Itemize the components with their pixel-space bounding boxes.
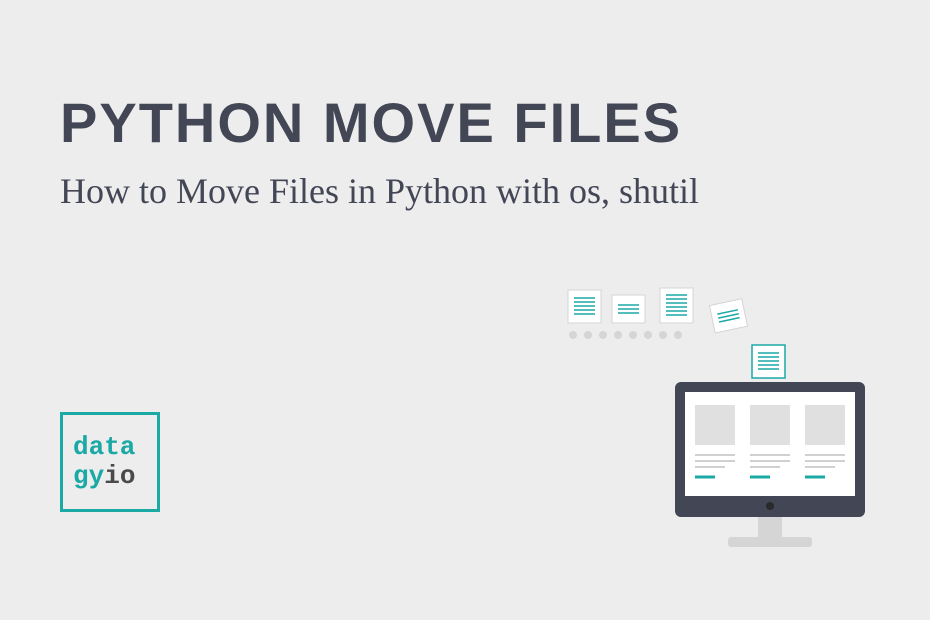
logo-text-line2: gyio	[73, 462, 157, 491]
page-title: PYTHON MOVE FILES	[60, 95, 870, 151]
logo: data gyio	[60, 412, 160, 512]
logo-text-line1: data	[73, 433, 157, 462]
computer-files-illustration	[510, 285, 870, 565]
page-subtitle: How to Move Files in Python with os, shu…	[60, 166, 840, 216]
